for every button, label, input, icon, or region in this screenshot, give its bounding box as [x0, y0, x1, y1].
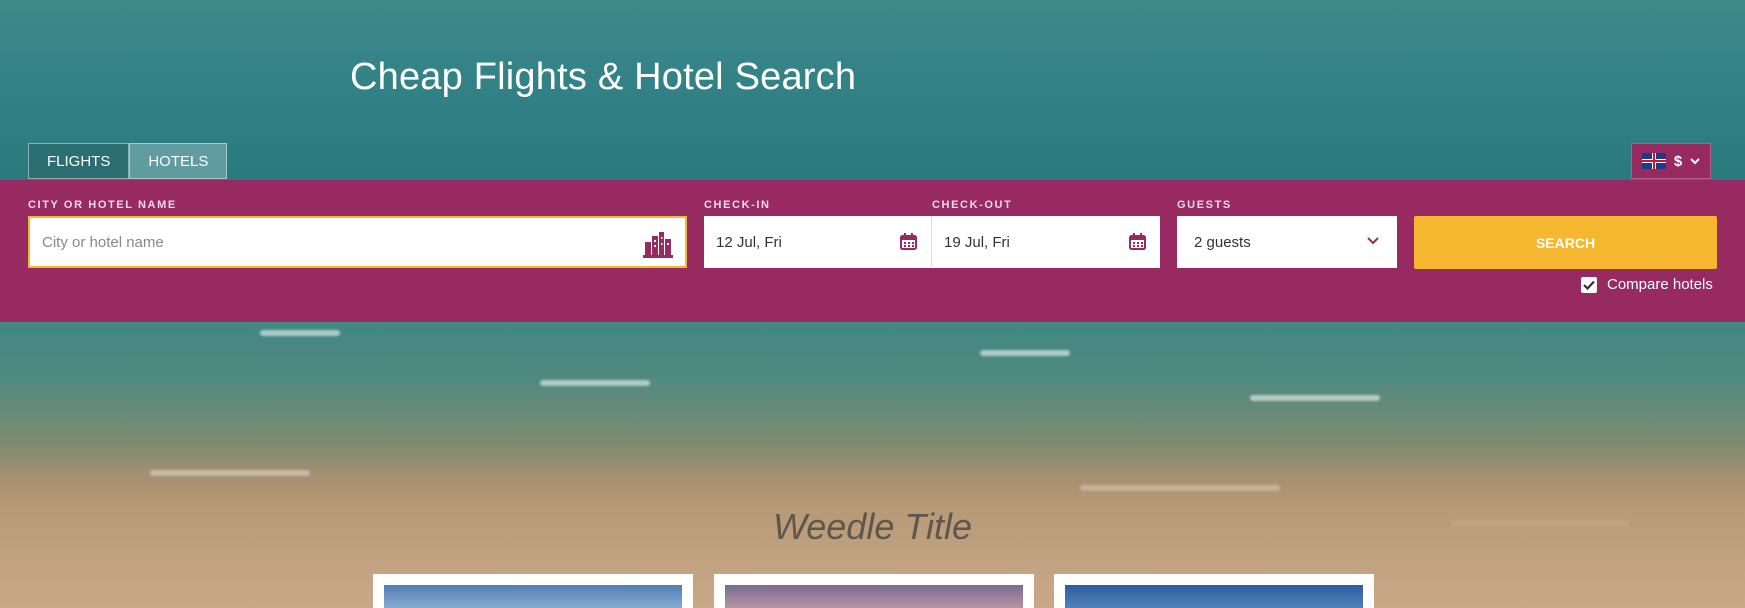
city-buildings-icon	[643, 232, 673, 258]
wave-foam	[1250, 395, 1380, 401]
search-button[interactable]: SEARCH	[1414, 216, 1717, 269]
checkout-value: 19 Jul, Fri	[944, 233, 1010, 251]
page-title: Cheap Flights & Hotel Search	[350, 56, 857, 98]
uk-flag-icon	[1641, 153, 1666, 169]
currency-symbol: $	[1673, 152, 1683, 170]
chevron-down-icon	[1367, 237, 1379, 245]
compare-hotels-label: Compare hotels	[1607, 276, 1713, 293]
checkout-label: CHECK-OUT	[932, 199, 1013, 211]
compare-hotels-toggle[interactable]: Compare hotels	[1581, 276, 1713, 293]
hotel-card[interactable]	[373, 574, 693, 608]
guests-label: GUESTS	[1177, 199, 1232, 211]
chevron-down-icon	[1690, 158, 1700, 165]
search-type-tabs: FLIGHTS HOTELS	[28, 143, 228, 179]
wave-foam	[540, 380, 650, 386]
checkout-field[interactable]: 19 Jul, Fri	[932, 216, 1160, 268]
checkin-value: 12 Jul, Fri	[716, 233, 782, 251]
calendar-icon	[900, 233, 917, 250]
calendar-icon	[1129, 233, 1146, 250]
city-input[interactable]	[42, 233, 602, 251]
checkin-label: CHECK-IN	[704, 199, 771, 211]
wave-foam	[980, 350, 1070, 356]
guests-value: 2 guests	[1194, 233, 1251, 251]
currency-selector[interactable]: $	[1631, 143, 1711, 179]
section-title: Weedle Title	[772, 506, 973, 547]
tab-flights[interactable]: FLIGHTS	[28, 143, 130, 179]
city-field[interactable]	[28, 216, 687, 268]
compare-hotels-checkbox[interactable]	[1581, 276, 1597, 293]
wave-foam	[260, 330, 340, 336]
hotel-card[interactable]	[714, 574, 1034, 608]
checkin-field[interactable]: 12 Jul, Fri	[704, 216, 932, 268]
hotel-card-image	[725, 585, 1023, 608]
tab-hotels[interactable]: HOTELS	[129, 143, 228, 179]
hotel-card-image	[384, 585, 682, 608]
city-label: CITY OR HOTEL NAME	[28, 199, 177, 211]
hotel-card-image	[1065, 585, 1363, 608]
guests-select[interactable]: 2 guests	[1177, 216, 1397, 268]
hotel-card[interactable]	[1054, 574, 1374, 608]
checkmark-icon	[1583, 280, 1595, 290]
